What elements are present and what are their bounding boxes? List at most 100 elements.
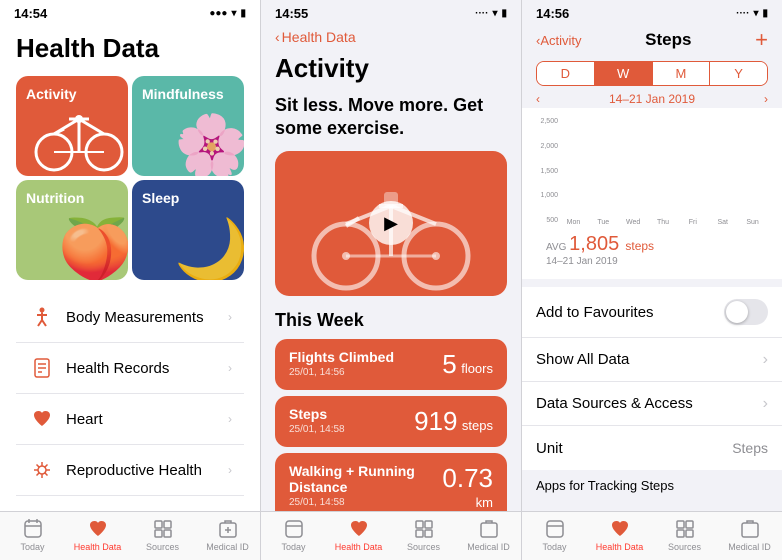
y-label-2500: 2,500 xyxy=(534,118,558,125)
health-grid: Activity Mindfulness 🌸 xyxy=(16,76,244,280)
tab-sources-label-3: Sources xyxy=(668,542,701,552)
date-range: 14–21 Jan 2019 xyxy=(609,92,695,106)
tab-sources-label-2: Sources xyxy=(407,542,440,552)
body-measurements-label: Body Measurements xyxy=(66,309,228,326)
results-item[interactable]: Results › xyxy=(16,496,244,511)
favourites-item[interactable]: Add to Favourites xyxy=(522,287,782,338)
steps-card[interactable]: Steps 25/01, 14:58 919 steps xyxy=(275,396,507,447)
show-all-label: Show All Data xyxy=(536,351,763,368)
health-data-panel: 14:54 ●●● ▾ ▮ Health Data Activity xyxy=(0,0,261,560)
steps-chart: 2,500 2,000 1,500 1,000 500 Mon Tue Wed xyxy=(522,108,782,279)
tab-sources-2[interactable]: Sources xyxy=(391,518,456,552)
health-tab-icon xyxy=(87,518,109,540)
distance-label-block: Walking + Running Distance 25/01, 14:58 xyxy=(289,463,436,508)
period-tab-m[interactable]: M xyxy=(653,62,711,85)
steps-label-block: Steps 25/01, 14:58 xyxy=(289,406,345,435)
tab-sources-1[interactable]: Sources xyxy=(130,518,195,552)
avg-unit: steps xyxy=(625,239,654,253)
steps-panel: 14:56 ···· ▾ ▮ ‹ Activity Steps + D W M … xyxy=(522,0,782,560)
steps-unit: steps xyxy=(462,418,493,433)
mindfulness-icon: 🌸 xyxy=(174,110,244,176)
battery-icon-2: ▮ xyxy=(501,8,507,19)
period-tab-d[interactable]: D xyxy=(537,62,595,85)
heart-icon xyxy=(28,405,56,433)
sleep-tile[interactable]: Sleep 🌙 xyxy=(132,180,244,280)
week-title: This Week xyxy=(275,310,507,331)
period-tab-w[interactable]: W xyxy=(595,62,653,85)
y-label-2000: 2,000 xyxy=(534,143,558,150)
avg-block: AVG 1,805 steps 14–21 Jan 2019 xyxy=(532,226,772,275)
tab-health-3[interactable]: Health Data xyxy=(587,518,652,552)
bars-container: Mon Tue Wed Thu Fri xyxy=(560,116,766,226)
sources-tab-icon-3 xyxy=(674,518,696,540)
prev-date-button[interactable]: ‹ xyxy=(536,92,540,106)
activity-description: Sit less. Move more. Get some exercise. xyxy=(275,94,507,141)
time-3: 14:56 xyxy=(536,6,569,21)
flights-unit: floors xyxy=(461,361,493,376)
mindfulness-tile[interactable]: Mindfulness 🌸 xyxy=(132,76,244,176)
activity-panel: 14:55 ···· ▾ ▮ ‹ Health Data Activity Si… xyxy=(261,0,522,560)
heart-svg-icon xyxy=(31,408,53,430)
tab-sources-3[interactable]: Sources xyxy=(652,518,717,552)
flights-climbed-card[interactable]: Flights Climbed 25/01, 14:56 5 floors xyxy=(275,339,507,390)
avg-number: 1,805 xyxy=(569,233,619,255)
data-sources-item[interactable]: Data Sources & Access › xyxy=(522,382,782,426)
reproductive-chevron-icon: › xyxy=(228,463,232,477)
tab-today-2[interactable]: Today xyxy=(261,518,326,552)
reproductive-item[interactable]: Reproductive Health › xyxy=(16,445,244,496)
next-date-button[interactable]: › xyxy=(764,92,768,106)
reproductive-svg-icon xyxy=(31,459,53,481)
heart-label: Heart xyxy=(66,411,228,428)
distance-card[interactable]: Walking + Running Distance 25/01, 14:58 … xyxy=(275,453,507,511)
bar-thu: Thu xyxy=(650,217,677,226)
nutrition-tile[interactable]: Nutrition 🍑 xyxy=(16,180,128,280)
body-chevron-icon: › xyxy=(228,310,232,324)
tab-health-2[interactable]: Health Data xyxy=(326,518,391,552)
battery-icon-3: ▮ xyxy=(762,8,768,19)
status-bar-1: 14:54 ●●● ▾ ▮ xyxy=(0,0,260,25)
bar-fri: Fri xyxy=(679,217,706,226)
activity-title: Activity xyxy=(261,53,521,94)
medical-tab-icon-2 xyxy=(478,518,500,540)
tab-today-1[interactable]: Today xyxy=(0,518,65,552)
sleep-tile-label: Sleep xyxy=(142,190,179,206)
heart-item[interactable]: Heart › xyxy=(16,394,244,445)
tab-medical-label-2: Medical ID xyxy=(467,542,510,552)
unit-item[interactable]: Unit Steps xyxy=(522,426,782,470)
body-measurements-item[interactable]: Body Measurements › xyxy=(16,292,244,343)
medical-tab-icon-3 xyxy=(739,518,761,540)
tab-medical-3[interactable]: Medical ID xyxy=(717,518,782,552)
health-records-label: Health Records xyxy=(66,360,228,377)
steps-add-button[interactable]: + xyxy=(755,27,768,53)
steps-back-label: Activity xyxy=(540,33,581,48)
records-chevron-icon: › xyxy=(228,361,232,375)
unit-label: Unit xyxy=(536,440,732,457)
activity-tile[interactable]: Activity xyxy=(16,76,128,176)
show-all-item[interactable]: Show All Data › xyxy=(522,338,782,382)
tab-today-3[interactable]: Today xyxy=(522,518,587,552)
activity-video-card[interactable]: ▶ xyxy=(275,151,507,296)
avg-text: AVG xyxy=(546,242,566,253)
tab-health-1[interactable]: Health Data xyxy=(65,518,130,552)
today-tab-icon-2 xyxy=(283,518,305,540)
tab-medical-label-3: Medical ID xyxy=(728,542,771,552)
activity-nav: ‹ Health Data xyxy=(261,25,521,53)
period-tabs: D W M Y xyxy=(536,61,768,86)
nutrition-tile-label: Nutrition xyxy=(26,190,84,206)
reproductive-label: Reproductive Health xyxy=(66,462,228,479)
play-button[interactable]: ▶ xyxy=(369,201,413,245)
flights-value: 5 xyxy=(442,349,456,379)
time-2: 14:55 xyxy=(275,6,308,21)
tab-medical-2[interactable]: Medical ID xyxy=(456,518,521,552)
favourites-toggle[interactable] xyxy=(724,299,768,325)
back-to-health[interactable]: ‹ Health Data xyxy=(275,29,507,45)
show-all-chevron: › xyxy=(763,351,768,369)
distance-unit: km xyxy=(476,495,493,510)
period-tab-y[interactable]: Y xyxy=(710,62,767,85)
health-records-item[interactable]: Health Records › xyxy=(16,343,244,394)
apps-tracking-label: Apps for Tracking Steps xyxy=(522,470,782,501)
back-to-activity[interactable]: ‹ Activity xyxy=(536,33,582,48)
tab-medical-1[interactable]: Medical ID xyxy=(195,518,260,552)
activity-bike-icon xyxy=(34,94,124,174)
data-sources-chevron: › xyxy=(763,395,768,413)
